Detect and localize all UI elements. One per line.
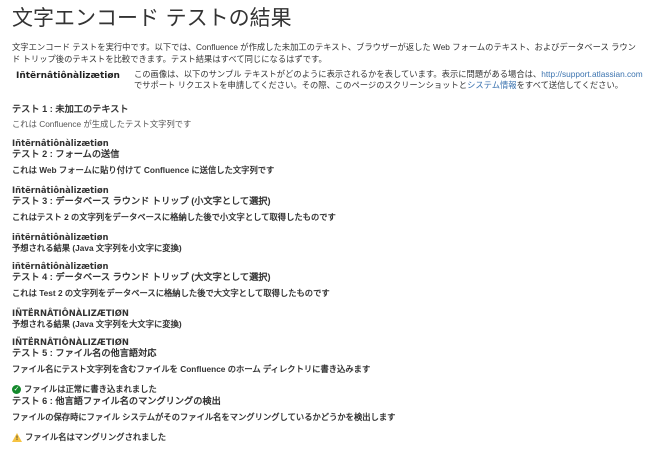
- test-3-desc: これはテスト 2 の文字列をデータベースに格納した後で小文字として取得したもので…: [12, 212, 336, 222]
- test-1-desc: これは Confluence が生成したテスト文字列です: [12, 119, 192, 129]
- test-5-title: テスト 5 : ファイル名の他言語対応: [12, 348, 157, 358]
- system-info-link[interactable]: システム情報: [467, 80, 517, 90]
- page: 文字エンコード テストの結果 文字エンコード テストを実行中です。以下では、Co…: [0, 0, 656, 443]
- test-3-value: iñtërnâtiônàlizætiøn: [12, 232, 109, 242]
- test-6-status: ! ファイル名はマングリングされました: [12, 432, 644, 443]
- test-4-title: テスト 4 : データベース ラウンド トリップ (大文字として選択): [12, 272, 271, 282]
- test-3-expected-label: 予想される結果 (Java 文字列を小文字に変換): [12, 243, 182, 253]
- test-2-title: テスト 2 : フォームの送信: [12, 149, 120, 159]
- warning-icon: !: [12, 433, 22, 442]
- page-title: 文字エンコード テストの結果: [12, 6, 292, 30]
- test-5-status-text: ファイルは正常に書き込まれました: [24, 384, 157, 394]
- test-2: テスト 2 : フォームの送信 これは Web フォームに貼り付けて Confl…: [12, 148, 644, 195]
- test-4-expected-label: 予想される結果 (Java 文字列を大文字に変換): [12, 319, 182, 329]
- test-4-value: IÑTËRNÂTIÔNÀLIZÆTIØN: [12, 308, 129, 318]
- support-link[interactable]: http://support.atlassian.com: [541, 69, 642, 79]
- test-5-status: ✓ ファイルは正常に書き込まれました: [12, 384, 644, 395]
- sample-image: Iñtërnâtiônàlizætiøn: [16, 71, 120, 81]
- sample-text-1: この画像は、以下のサンプル テキストがどのように表示されるかを表しています。表示…: [133, 69, 542, 79]
- test-6-desc: ファイルの保存時にファイル システムがそのファイル名をマングリングしているかどう…: [12, 412, 396, 422]
- test-6-title: テスト 6 : 他言語ファイル名のマングリングの検出: [12, 396, 221, 406]
- test-5-desc: ファイル名にテスト文字列を含むファイルを Confluence のホーム ディレ…: [12, 364, 371, 374]
- check-circle-icon: ✓: [12, 385, 21, 394]
- test-4: テスト 4 : データベース ラウンド トリップ (大文字として選択) これは …: [12, 271, 644, 347]
- test-2-value: Iñtërnâtiônàlizætiøn: [12, 185, 109, 195]
- sample-section: Iñtërnâtiônàlizætiøn この画像は、以下のサンプル テキストが…: [12, 69, 644, 91]
- sample-description: この画像は、以下のサンプル テキストがどのように表示されるかを表しています。表示…: [134, 69, 644, 91]
- test-3-expected: iñtërnâtiônàlizætiøn: [12, 261, 109, 271]
- test-3: テスト 3 : データベース ラウンド トリップ (小文字として選択) これはテ…: [12, 195, 644, 271]
- test-2-desc: これは Web フォームに貼り付けて Confluence に送信した文字列です: [12, 165, 275, 175]
- test-5: テスト 5 : ファイル名の他言語対応 ファイル名にテスト文字列を含むファイルを…: [12, 347, 644, 395]
- test-1: テスト 1 : 未加工のテキスト これは Confluence が生成したテスト…: [12, 103, 644, 148]
- test-6-status-text: ファイル名はマングリングされました: [25, 432, 167, 442]
- test-4-desc: これは Test 2 の文字列をデータベースに格納した後で大文字として取得したも…: [12, 288, 330, 298]
- test-4-expected: IÑTËRNÂTIÔNÀLIZÆTIØN: [12, 337, 129, 347]
- sample-text-3: をすべて送信してください。: [516, 80, 624, 90]
- test-1-title: テスト 1 : 未加工のテキスト: [12, 104, 129, 114]
- test-6: テスト 6 : 他言語ファイル名のマングリングの検出 ファイルの保存時にファイル…: [12, 395, 644, 443]
- test-3-title: テスト 3 : データベース ラウンド トリップ (小文字として選択): [12, 196, 271, 206]
- sample-text-2: でサポート リクエストを申請してください。その際、このページのスクリーンショット…: [133, 80, 468, 90]
- test-1-value: Iñtërnâtiônàlizætiøn: [12, 138, 109, 148]
- intro-text: 文字エンコード テストを実行中です。以下では、Confluence が作成した未…: [12, 42, 636, 64]
